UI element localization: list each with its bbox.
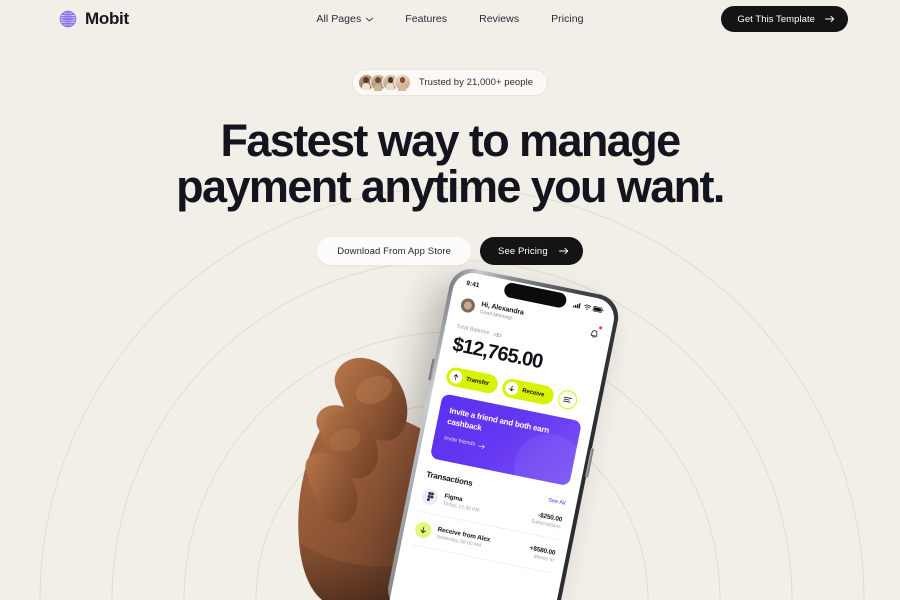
nav-link-reviews[interactable]: Reviews bbox=[479, 13, 519, 25]
nav-link-reviews-label: Reviews bbox=[479, 13, 520, 25]
see-pricing-label: See Pricing bbox=[498, 245, 548, 257]
transaction-values: +$580.00 Money In bbox=[528, 545, 556, 564]
receive-label: Receive bbox=[521, 387, 545, 398]
arrow-up-icon bbox=[448, 369, 464, 385]
avatar bbox=[393, 74, 411, 91]
see-pricing-button[interactable]: See Pricing bbox=[480, 237, 583, 265]
transfer-button[interactable]: Transfer bbox=[444, 365, 500, 395]
trust-badge-text: Trusted by 21,000+ people bbox=[418, 77, 534, 88]
transaction-values: -$250.00 Subscriptions bbox=[530, 510, 562, 531]
menu-lines-icon bbox=[562, 396, 572, 403]
brand-logo[interactable]: Mobit bbox=[58, 9, 129, 29]
status-bar-time: 9:41 bbox=[465, 279, 481, 289]
notification-dot bbox=[598, 325, 603, 330]
notification-bell[interactable] bbox=[588, 325, 603, 338]
get-this-template-button[interactable]: Get This Template bbox=[721, 6, 848, 32]
wifi-icon bbox=[583, 304, 591, 310]
greeting-left: Hi, Alexandra Good Morning! bbox=[459, 297, 524, 323]
headline-line-2: payment anytime you want. bbox=[176, 161, 725, 212]
striped-sphere-icon bbox=[59, 10, 77, 28]
nav-link-features[interactable]: Features bbox=[405, 13, 447, 25]
nav-link-all-pages[interactable]: All Pages bbox=[316, 13, 373, 25]
trust-badge: Trusted by 21,000+ people bbox=[351, 69, 549, 96]
eye-icon[interactable] bbox=[493, 331, 502, 338]
transfer-label: Transfer bbox=[465, 376, 490, 387]
more-actions-button[interactable] bbox=[556, 388, 579, 411]
cellular-signal-icon bbox=[572, 303, 581, 309]
receive-button[interactable]: Receive bbox=[500, 377, 555, 407]
brand-name: Mobit bbox=[85, 9, 129, 28]
nav-links: All Pages Features Reviews Pricing bbox=[316, 13, 583, 25]
hero-product-image: 9:41 Hi, Alexandra Good Morning! Total B… bbox=[0, 262, 900, 600]
arrow-down-icon bbox=[504, 380, 520, 397]
get-this-template-label: Get This Template bbox=[737, 13, 815, 25]
arrow-right-icon bbox=[825, 15, 835, 23]
battery-icon bbox=[592, 306, 604, 313]
transaction-info: Figma Today, 12:30 PM bbox=[442, 492, 527, 523]
nav-link-pricing[interactable]: Pricing bbox=[551, 13, 583, 25]
hero-cta-row: Download From App Store See Pricing bbox=[0, 237, 900, 265]
arrow-right-icon bbox=[477, 444, 485, 449]
hero-section: Trusted by 21,000+ people Fastest way to… bbox=[0, 38, 900, 265]
arrow-right-icon bbox=[558, 247, 568, 255]
nav-link-pricing-label: Pricing bbox=[551, 13, 584, 25]
nav-link-all-pages-label: All Pages bbox=[316, 13, 362, 25]
user-avatar[interactable] bbox=[459, 297, 477, 314]
arrow-down-icon bbox=[413, 520, 433, 540]
invite-friends-label: Invite friends bbox=[443, 435, 476, 448]
headline-line-1: Fastest way to manage bbox=[220, 115, 681, 166]
page-title: Fastest way to manage payment anytime yo… bbox=[0, 118, 900, 210]
nav-link-features-label: Features bbox=[405, 13, 448, 25]
top-navigation-bar: Mobit All Pages Features Reviews Pricing… bbox=[0, 0, 900, 38]
transactions-title: Transactions bbox=[425, 469, 474, 488]
download-app-store-button[interactable]: Download From App Store bbox=[317, 237, 472, 265]
avatar-group bbox=[357, 74, 411, 91]
figma-icon bbox=[420, 487, 440, 507]
see-all-link[interactable]: See All bbox=[548, 497, 566, 506]
chevron-down-icon bbox=[365, 17, 373, 21]
